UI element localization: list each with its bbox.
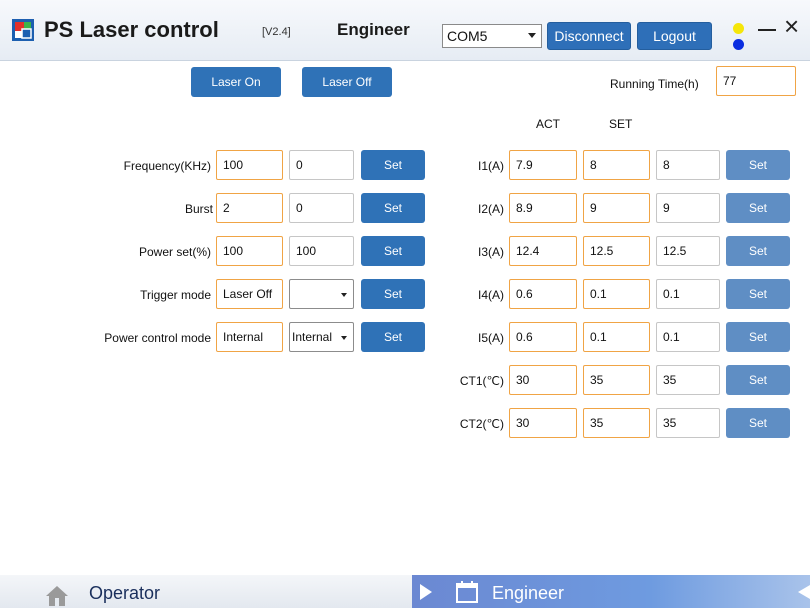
i3-label: I3(A) xyxy=(477,245,504,259)
i4-set-button[interactable]: Set xyxy=(726,279,790,309)
frequency-input[interactable]: 0 xyxy=(289,150,354,180)
minimize-icon[interactable] xyxy=(758,29,776,31)
power-set-input[interactable]: 100 xyxy=(289,236,354,266)
i3-set-button[interactable]: Set xyxy=(726,236,790,266)
i2-set-button[interactable]: Set xyxy=(726,193,790,223)
i2-set-field: 9 xyxy=(583,193,650,223)
power-control-mode-set-button[interactable]: Set xyxy=(361,322,425,352)
burst-input[interactable]: 0 xyxy=(289,193,354,223)
ct2-set-field: 35 xyxy=(583,408,650,438)
tab-operator[interactable]: Operator xyxy=(0,575,412,608)
i4-label: I4(A) xyxy=(477,288,504,302)
chevron-left-icon xyxy=(798,585,810,599)
chevron-down-icon xyxy=(341,293,347,297)
i2-input[interactable]: 9 xyxy=(656,193,720,223)
close-icon[interactable]: × xyxy=(784,13,799,39)
running-time-label: Running Time(h) xyxy=(610,77,699,91)
i1-set-field: 8 xyxy=(583,150,650,180)
ct2-set-button[interactable]: Set xyxy=(726,408,790,438)
i2-act-field: 8.9 xyxy=(509,193,577,223)
chevron-down-icon xyxy=(528,33,536,38)
ct1-set-button[interactable]: Set xyxy=(726,365,790,395)
app-logo-icon xyxy=(12,19,34,41)
trigger-mode-select[interactable] xyxy=(289,279,354,309)
i4-input[interactable]: 0.1 xyxy=(656,279,720,309)
power-control-mode-select[interactable]: Internal xyxy=(289,322,354,352)
chevron-down-icon xyxy=(341,336,347,340)
tab-engineer[interactable]: Engineer xyxy=(412,575,810,608)
com-port-value: COM5 xyxy=(447,28,488,44)
status-indicator-blue xyxy=(733,39,744,50)
i1-set-button[interactable]: Set xyxy=(726,150,790,180)
ct1-label: CT1(℃) xyxy=(459,374,504,388)
laser-on-button[interactable]: Laser On xyxy=(191,67,281,97)
frequency-set-button[interactable]: Set xyxy=(361,150,425,180)
i1-act-field: 7.9 xyxy=(509,150,577,180)
ct2-input[interactable]: 35 xyxy=(656,408,720,438)
i2-label: I2(A) xyxy=(477,202,504,216)
power-set-button[interactable]: Set xyxy=(361,236,425,266)
status-indicator-yellow xyxy=(733,23,744,34)
i1-input[interactable]: 8 xyxy=(656,150,720,180)
calendar-icon xyxy=(456,581,478,603)
title-bar: PS Laser control [V2.4] Engineer COM5 Di… xyxy=(0,0,810,61)
laser-off-button[interactable]: Laser Off xyxy=(302,67,392,97)
i5-label: I5(A) xyxy=(477,331,504,345)
play-arrow-icon xyxy=(420,584,432,600)
trigger-mode-label: Trigger mode xyxy=(140,288,211,302)
i3-input[interactable]: 12.5 xyxy=(656,236,720,266)
com-port-select[interactable]: COM5 xyxy=(442,24,542,48)
app-title: PS Laser control xyxy=(44,17,219,42)
i1-label: I1(A) xyxy=(477,159,504,173)
home-icon xyxy=(46,586,68,606)
burst-set-button[interactable]: Set xyxy=(361,193,425,223)
burst-value-field: 2 xyxy=(216,193,283,223)
logout-button[interactable]: Logout xyxy=(637,22,712,50)
power-set-value-field: 100 xyxy=(216,236,283,266)
set-column-header: SET xyxy=(609,117,633,131)
tab-operator-label: Operator xyxy=(89,583,161,603)
burst-label: Burst xyxy=(184,202,213,216)
frequency-value-field: 100 xyxy=(216,150,283,180)
tab-engineer-label: Engineer xyxy=(492,583,565,603)
act-column-header: ACT xyxy=(536,117,560,131)
power-control-mode-select-value: Internal xyxy=(292,330,333,344)
running-time-field: 77 xyxy=(716,66,796,96)
disconnect-button[interactable]: Disconnect xyxy=(547,22,631,50)
i4-act-field: 0.6 xyxy=(509,279,577,309)
ct2-act-field: 30 xyxy=(509,408,577,438)
i5-act-field: 0.6 xyxy=(509,322,577,352)
trigger-mode-value-field: Laser Off xyxy=(216,279,283,309)
power-control-mode-label: Power control mode xyxy=(104,331,211,345)
frequency-label: Frequency(KHz) xyxy=(123,159,211,173)
ct1-set-field: 35 xyxy=(583,365,650,395)
trigger-mode-set-button[interactable]: Set xyxy=(361,279,425,309)
user-role-label: Engineer xyxy=(337,20,410,39)
i5-set-field: 0.1 xyxy=(583,322,650,352)
ct2-label: CT2(℃) xyxy=(459,417,504,431)
i5-set-button[interactable]: Set xyxy=(726,322,790,352)
ct1-act-field: 30 xyxy=(509,365,577,395)
power-control-mode-value-field: Internal xyxy=(216,322,283,352)
version-label: [V2.4] xyxy=(262,26,291,38)
power-set-label: Power set(%) xyxy=(138,245,211,259)
i5-input[interactable]: 0.1 xyxy=(656,322,720,352)
i3-set-field: 12.5 xyxy=(583,236,650,266)
ct1-input[interactable]: 35 xyxy=(656,365,720,395)
i3-act-field: 12.4 xyxy=(509,236,577,266)
i4-set-field: 0.1 xyxy=(583,279,650,309)
